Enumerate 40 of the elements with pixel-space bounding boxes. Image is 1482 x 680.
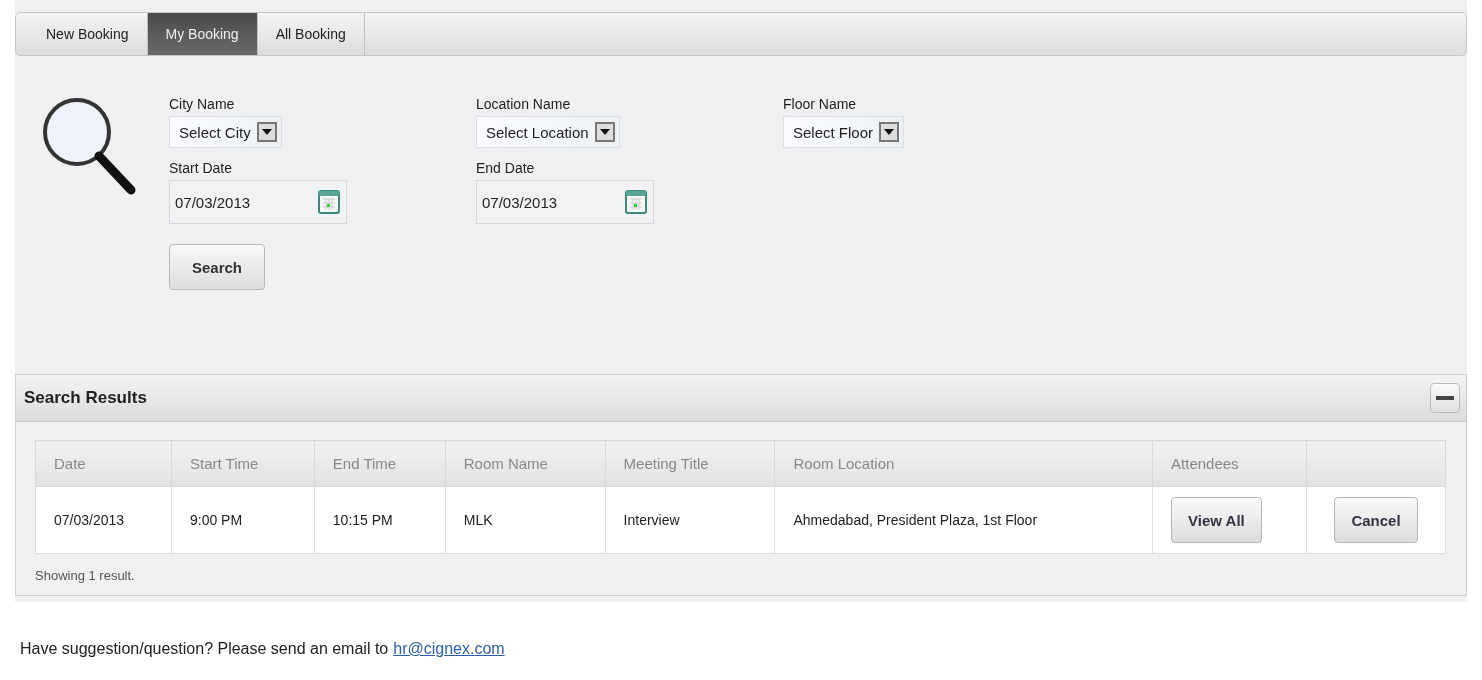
tab[interactable]: New Booking <box>28 13 148 55</box>
dropdown[interactable]: Select City <box>169 116 282 148</box>
column-header: Room Name <box>445 440 606 487</box>
caret-icon <box>256 122 277 142</box>
table-cell: 10:15 PM <box>314 486 446 554</box>
date-field[interactable]: 07/03/2013 <box>476 180 654 224</box>
column-header: End Time <box>314 440 446 487</box>
panel-title: Search Results <box>24 388 147 408</box>
tab[interactable]: My Booking <box>147 13 258 55</box>
column-header: Date <box>35 440 172 487</box>
caret-icon <box>879 122 900 142</box>
calendar-icon[interactable] <box>625 190 647 214</box>
table-cell: 07/03/2013 <box>35 486 172 554</box>
field-label: Start Date <box>169 160 234 176</box>
table-cell: MLK <box>445 486 606 554</box>
footer-text: Have suggestion/question? Please send an email to <box>20 640 389 657</box>
field-label: Floor Name <box>783 96 858 112</box>
email-link[interactable]: hr@cignex.com <box>393 640 505 657</box>
table-cell: 9:00 PM <box>171 486 315 554</box>
field-label: City Name <box>169 96 236 112</box>
column-header: Meeting Title <box>605 440 775 487</box>
tab[interactable]: All Booking <box>257 13 365 55</box>
table-cell: Interview <box>605 486 775 554</box>
view-all-button[interactable]: View All <box>1171 497 1262 543</box>
column-header: Room Location <box>774 440 1153 487</box>
collapse-button[interactable] <box>1430 383 1460 413</box>
field-label: End Date <box>476 160 536 176</box>
minus-icon <box>1436 396 1454 400</box>
table-cell: Ahmedabad, President Plaza, 1st Floor <box>774 486 1153 554</box>
result-count: Showing 1 result. <box>35 567 136 585</box>
field-label: Location Name <box>476 96 572 112</box>
cancel-button[interactable]: Cancel <box>1334 497 1418 543</box>
dropdown[interactable]: Select Location <box>476 116 620 148</box>
dropdown[interactable]: Select Floor <box>783 116 905 148</box>
date-field[interactable]: 07/03/2013 <box>169 180 347 224</box>
column-header: Start Time <box>171 440 315 487</box>
caret-icon <box>594 122 615 142</box>
column-header: Attendees <box>1152 440 1307 487</box>
calendar-icon[interactable] <box>318 190 340 214</box>
search-button[interactable]: Search <box>169 244 265 290</box>
